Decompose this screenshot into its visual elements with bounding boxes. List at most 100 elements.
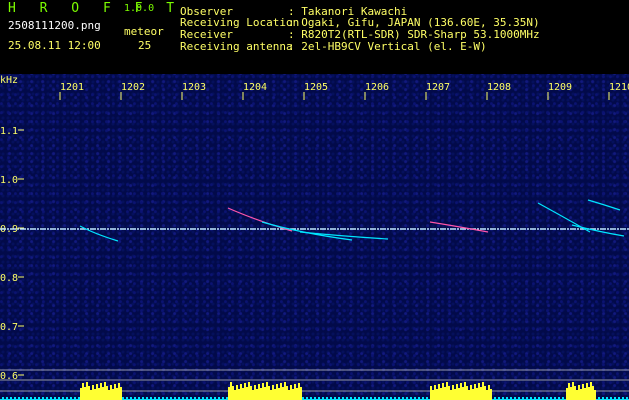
x-tick-label: 1204 xyxy=(243,82,267,93)
signal-level-bar xyxy=(84,387,86,400)
signal-level-bar xyxy=(96,384,98,400)
signal-level-bar xyxy=(300,387,302,400)
x-tick-label: 1205 xyxy=(304,82,328,93)
signal-level-bar xyxy=(284,382,286,400)
signal-level-bar xyxy=(234,390,236,400)
signal-level-bar xyxy=(576,390,578,400)
signal-level-bar xyxy=(236,385,238,400)
signal-level-bar xyxy=(268,386,270,400)
meteor-trace xyxy=(261,221,353,241)
signal-level-bar xyxy=(474,384,476,400)
signal-level-bar xyxy=(588,387,590,400)
signal-level-bar xyxy=(590,382,592,400)
y-tick-label: 1.0 xyxy=(0,175,18,186)
signal-level-bar xyxy=(446,382,448,400)
y-tick-label: 1.1 xyxy=(0,126,18,137)
signal-level-bar xyxy=(458,388,460,400)
signal-level-bar xyxy=(436,389,438,400)
signal-level-bar xyxy=(442,383,444,400)
signal-level-bar xyxy=(292,389,294,400)
signal-level-bar xyxy=(594,390,596,400)
signal-level-bar xyxy=(484,386,486,400)
signal-level-bar xyxy=(570,387,572,400)
y-unit-label: kHz xyxy=(0,75,18,86)
signal-level-bar xyxy=(102,387,104,400)
signal-level-bar xyxy=(454,389,456,400)
signal-level-bar xyxy=(112,389,114,400)
signal-level-bar xyxy=(228,387,230,400)
y-tick-label: 0.7 xyxy=(0,322,18,333)
signal-level-bar xyxy=(434,385,436,400)
signal-level-bar xyxy=(462,387,464,400)
signal-level-bar xyxy=(94,389,96,400)
signal-level-bar xyxy=(482,382,484,400)
signal-level-bar xyxy=(456,384,458,400)
signal-level-bar xyxy=(82,383,84,400)
signal-level-bar xyxy=(118,383,120,400)
signal-level-bar xyxy=(114,384,116,400)
signal-level-bar xyxy=(120,387,122,400)
signal-level-bar xyxy=(444,387,446,400)
signal-level-bar xyxy=(286,386,288,400)
signal-level-bar xyxy=(432,390,434,400)
x-tick-label: 1209 xyxy=(548,82,572,93)
signal-level-bar xyxy=(264,387,266,400)
signal-level-bar xyxy=(88,386,90,400)
signal-level-bar xyxy=(472,389,474,400)
signal-level-bar xyxy=(566,388,568,400)
signal-level-bar xyxy=(90,390,92,400)
signal-level-bar xyxy=(266,382,268,400)
signal-level-bar xyxy=(274,389,276,400)
signal-level-bar xyxy=(440,388,442,400)
signal-level-bar xyxy=(270,390,272,400)
signal-level-bar xyxy=(488,385,490,400)
y-axis-ticks: 1.11.00.90.80.70.6 xyxy=(0,126,24,382)
signal-level-bar xyxy=(278,388,280,400)
signal-level-bar xyxy=(476,388,478,400)
x-axis-ticks: 1201 1202 1203 1204 1205 1206 1207 1208 1209 1210 xyxy=(59,82,629,100)
signal-level-bar xyxy=(100,383,102,400)
signal-level-bar xyxy=(288,390,290,400)
signal-level-bar xyxy=(240,384,242,400)
signal-level-bar xyxy=(262,383,264,400)
signal-level-bar xyxy=(298,383,300,400)
signal-level-bar xyxy=(568,383,570,400)
signal-level-bar xyxy=(276,384,278,400)
signal-level-bar xyxy=(98,388,100,400)
signal-level-bar xyxy=(580,389,582,400)
signal-level-bar xyxy=(246,387,248,400)
signal-level-bar xyxy=(450,390,452,400)
signal-level-bar xyxy=(584,388,586,400)
x-tick-label: 1201 xyxy=(60,82,84,93)
signal-level-bar xyxy=(104,382,106,400)
y-tick-label: 0.8 xyxy=(0,273,18,284)
signal-level-bar xyxy=(466,386,468,400)
signal-level-bar xyxy=(252,390,254,400)
signal-level-bar xyxy=(574,386,576,400)
signal-level-bar xyxy=(116,388,118,400)
signal-level-bar xyxy=(260,388,262,400)
signal-level-bar xyxy=(106,386,108,400)
signal-level-bar xyxy=(244,383,246,400)
signal-level-bar xyxy=(110,385,112,400)
meteor-traces xyxy=(79,199,625,242)
signal-level-bar xyxy=(92,385,94,400)
signal-level-bar xyxy=(486,390,488,400)
signal-level-bar xyxy=(238,389,240,400)
signal-level-bar xyxy=(254,385,256,400)
signal-level-bar xyxy=(572,382,574,400)
signal-level-bar xyxy=(296,388,298,400)
signal-level-bar xyxy=(248,382,250,400)
signal-level-bar xyxy=(250,386,252,400)
meteor-trace xyxy=(587,199,621,211)
signal-level-bar xyxy=(460,383,462,400)
signal-level-bar xyxy=(280,383,282,400)
signal-level-bar xyxy=(468,390,470,400)
signal-level-bar xyxy=(272,385,274,400)
meteor-trace xyxy=(571,224,625,237)
signal-level-bar xyxy=(586,383,588,400)
signal-level-bar xyxy=(452,385,454,400)
signal-level-bar xyxy=(438,384,440,400)
meteor-trace xyxy=(429,221,489,233)
signal-level-bar xyxy=(582,384,584,400)
